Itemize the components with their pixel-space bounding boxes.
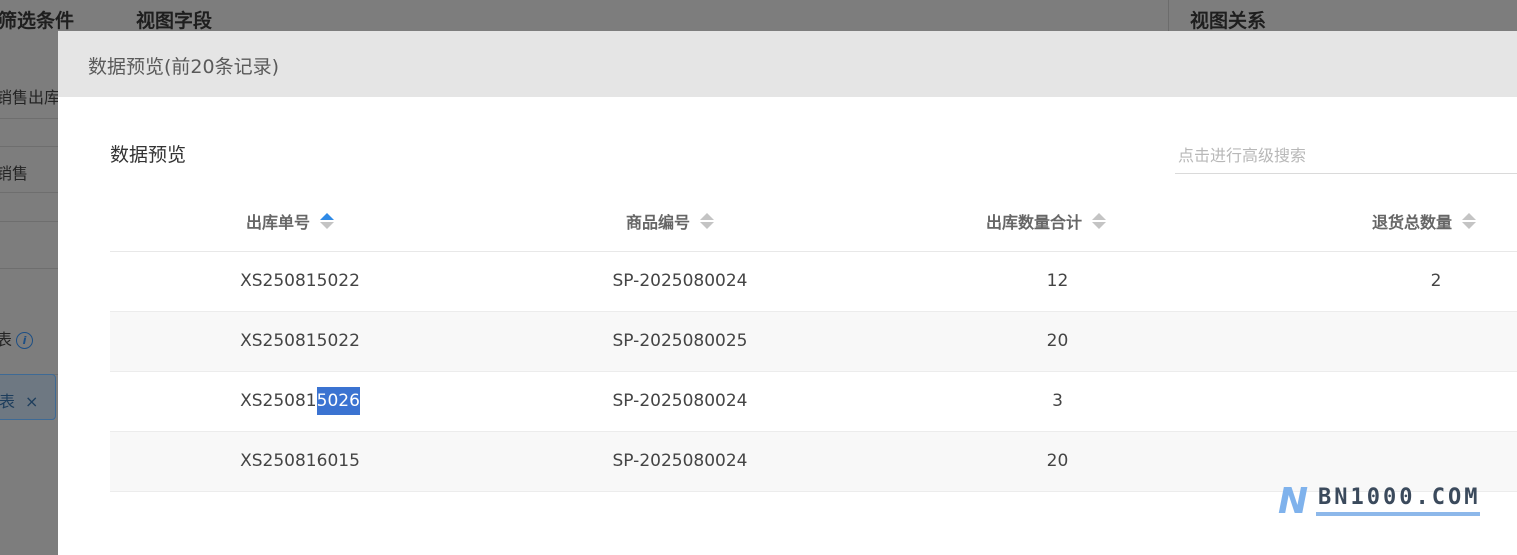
column-header-return-qty[interactable]: 退货总数量 [1372,191,1477,251]
column-header-order-no[interactable]: 出库单号 [246,191,335,251]
sort-icon[interactable] [1462,213,1477,229]
cell-return-qty [1386,312,1486,371]
tag-label: 表 [0,392,16,411]
cell-return-qty [1386,432,1486,491]
tab-view-relations[interactable]: 视图关系 [1190,6,1266,33]
text-selection: 5026 [316,387,360,415]
advanced-search-input[interactable] [1175,134,1517,174]
sort-icon[interactable] [320,213,335,229]
sort-icon[interactable] [700,213,715,229]
info-icon[interactable]: i [16,332,34,349]
left-item-label: 表 [0,330,13,349]
left-item-table[interactable]: 表i [0,326,34,350]
tab-filter-conditions[interactable]: 筛选条件 [0,6,74,33]
cell-order-no: XS250815026 [200,372,400,431]
column-label: 出库数量合计 [986,213,1083,232]
column-label: 出库单号 [246,213,311,232]
left-item-sales-outbound[interactable]: 销售出库 [0,84,58,108]
divider [0,192,58,193]
cell-return-qty [1386,372,1486,431]
column-header-product-no[interactable]: 商品编号 [626,191,715,251]
cell-product-no: SP-2025080024 [612,451,748,471]
cell-outbound-qty: 20 [1046,331,1069,351]
watermark-text: BN1000.COM [1318,485,1481,510]
section-title: 数据预览 [110,144,187,166]
cell-order-no: XS250816015 [240,451,360,471]
header-divider [1168,0,1169,32]
order-no-text: XS25081 [240,391,317,411]
divider [0,118,58,119]
preview-table: 出库单号 商品编号 出库数量合计 退货总数量 XS250815022 SP-20… [110,191,1517,492]
cell-outbound-qty: 3 [1052,391,1063,411]
left-item-sales[interactable]: 销售 [0,160,28,184]
cell-order-no: XS250815022 [240,271,360,291]
column-label: 退货总数量 [1372,213,1453,232]
table-row[interactable]: XS250815022 SP-2025080024 12 2 [110,252,1517,312]
cell-product-no: SP-2025080025 [612,331,748,351]
cell-order-no: XS250815022 [240,331,360,351]
modal-title: 数据预览(前20条记录) [88,56,280,78]
table-row[interactable]: XS250815026 SP-2025080024 3 [110,372,1517,432]
site-watermark: N BN1000.COM [1276,484,1482,520]
cell-outbound-qty: 20 [1046,451,1069,471]
background-left-panel: 销售出库 销售 表i [0,32,58,555]
divider [0,268,58,269]
cell-return-qty: 2 [1430,271,1442,291]
sort-icon[interactable] [1092,213,1107,229]
tab-view-fields[interactable]: 视图字段 [136,6,212,33]
background-header: 筛选条件 视图字段 视图关系 [0,0,1517,32]
cell-product-no: SP-2025080024 [612,391,748,411]
watermark-underline [1316,512,1480,516]
selected-table-tag[interactable]: 表 × [0,374,56,420]
cell-outbound-qty: 12 [1046,271,1069,291]
column-label: 商品编号 [626,213,691,232]
column-header-outbound-qty[interactable]: 出库数量合计 [986,191,1107,251]
table-header: 出库单号 商品编号 出库数量合计 退货总数量 [110,191,1517,252]
table-row[interactable]: XS250815022 SP-2025080025 20 [110,312,1517,372]
divider [0,221,58,222]
watermark-logo: N [1278,481,1309,522]
close-icon[interactable]: × [25,392,38,411]
modal-header: 数据预览(前20条记录) [58,31,1517,97]
cell-product-no: SP-2025080024 [612,271,748,291]
divider [0,146,58,147]
data-preview-modal: 数据预览(前20条记录) 数据预览 出库单号 商品编号 出库数量合计 退货总数量 [58,31,1517,555]
